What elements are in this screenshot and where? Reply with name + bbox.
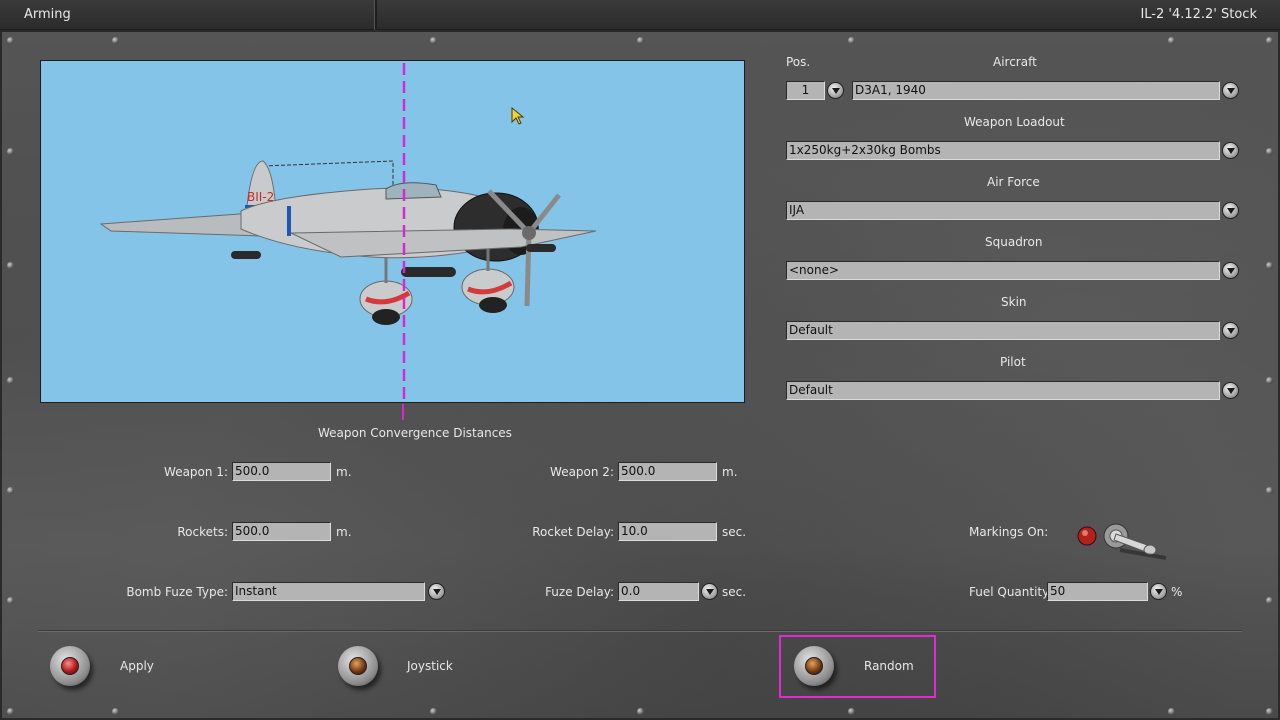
random-button[interactable]: Random [794, 646, 914, 688]
loadout-dropdown-icon[interactable] [1222, 142, 1239, 159]
rockets-unit: m. [336, 525, 352, 539]
apply-button[interactable]: Apply [50, 646, 160, 688]
rivet [430, 37, 437, 44]
airforce-label: Air Force [987, 175, 1040, 189]
bomb-fuze-label: Bomb Fuze Type: [126, 585, 228, 599]
version-label: IL-2 '4.12.2' Stock [1140, 7, 1257, 22]
rocket-delay-unit: sec. [722, 525, 747, 539]
fuze-delay-label: Fuze Delay: [545, 585, 614, 599]
pos-dropdown-icon[interactable] [827, 82, 844, 99]
fuze-delay-dropdown-icon[interactable] [701, 583, 718, 600]
loadout-label: Weapon Loadout [964, 115, 1065, 129]
bomb-fuze-select[interactable]: Instant [232, 582, 425, 601]
fuze-delay-select[interactable]: 0.0 [618, 582, 699, 601]
joystick-knob-icon [338, 646, 378, 686]
aircraft-label: Aircraft [993, 55, 1037, 69]
fuel-label: Fuel Quantity: [969, 585, 1053, 599]
fuel-select[interactable]: 50 [1047, 582, 1148, 601]
markings-label: Markings On: [969, 525, 1049, 539]
apply-knob-icon [50, 646, 90, 686]
weapon1-unit: m. [336, 465, 352, 479]
fuel-dropdown-icon[interactable] [1150, 583, 1167, 600]
rivet [1266, 148, 1273, 155]
rivet [7, 708, 14, 715]
rivet [1266, 487, 1273, 494]
rivet [1266, 597, 1273, 604]
fuze-delay-unit: sec. [722, 585, 747, 599]
weapon1-label: Weapon 1: [164, 465, 228, 479]
rivet [1168, 708, 1175, 715]
window-title: Arming [24, 7, 71, 22]
apply-label: Apply [120, 659, 154, 673]
bomb-fuze-dropdown-icon[interactable] [428, 583, 445, 600]
squadron-dropdown-icon[interactable] [1222, 262, 1239, 279]
aircraft-dropdown-icon[interactable] [1222, 82, 1239, 99]
rocket-delay-label: Rocket Delay: [532, 525, 614, 539]
joystick-label: Joystick [407, 659, 453, 673]
skin-select[interactable]: Default [786, 321, 1220, 340]
random-label: Random [864, 659, 914, 673]
title-bar: Arming IL-2 '4.12.2' Stock [0, 0, 1280, 30]
rivet [1266, 708, 1273, 715]
rivet [1266, 37, 1273, 44]
fuel-unit: % [1171, 585, 1183, 599]
rockets-label: Rockets: [177, 525, 228, 539]
convergence-line-extension [402, 404, 404, 420]
bottom-divider [38, 630, 1242, 632]
squadron-select[interactable]: <none> [786, 261, 1220, 280]
rivet [1168, 37, 1175, 44]
pilot-dropdown-icon[interactable] [1222, 382, 1239, 399]
convergence-title: Weapon Convergence Distances [318, 426, 512, 440]
airforce-dropdown-icon[interactable] [1222, 202, 1239, 219]
squadron-label: Squadron [985, 235, 1043, 249]
rivet [637, 708, 644, 715]
title-separator [374, 0, 377, 30]
aircraft-select[interactable]: D3A1, 1940 [852, 81, 1220, 100]
airforce-select[interactable]: IJA [786, 201, 1220, 220]
rivet [112, 708, 119, 715]
pos-field[interactable]: 1 [786, 81, 825, 100]
rivet [7, 148, 14, 155]
weapon1-input[interactable]: 500.0 [232, 462, 331, 481]
weapon2-label: Weapon 2: [550, 465, 614, 479]
rivet [430, 708, 437, 715]
rocket-delay-input[interactable]: 10.0 [618, 522, 717, 541]
weapon2-input[interactable]: 500.0 [618, 462, 717, 481]
pilot-label: Pilot [1000, 355, 1026, 369]
aircraft-preview[interactable]: BII-2 [40, 60, 745, 403]
rivet [7, 37, 14, 44]
rivet [112, 37, 119, 44]
skin-label: Skin [1001, 295, 1027, 309]
weapon2-unit: m. [722, 465, 738, 479]
skin-dropdown-icon[interactable] [1222, 322, 1239, 339]
joystick-button[interactable]: Joystick [338, 646, 458, 688]
pilot-select[interactable]: Default [786, 381, 1220, 400]
rivet [7, 262, 14, 269]
rivet [848, 708, 855, 715]
rockets-input[interactable]: 500.0 [232, 522, 331, 541]
rivet [1266, 262, 1273, 269]
pos-label: Pos. [786, 55, 811, 69]
rivet [7, 377, 14, 384]
mouse-cursor-icon [511, 107, 525, 125]
rivet [7, 487, 14, 494]
random-knob-icon [794, 646, 834, 686]
aircraft-model: BII-2 [99, 61, 597, 402]
rivet [7, 597, 14, 604]
markings-toggle[interactable] [1074, 520, 1170, 560]
rivet [848, 37, 855, 44]
rivet [1266, 377, 1273, 384]
loadout-select[interactable]: 1x250kg+2x30kg Bombs [786, 141, 1220, 160]
rivet [637, 37, 644, 44]
